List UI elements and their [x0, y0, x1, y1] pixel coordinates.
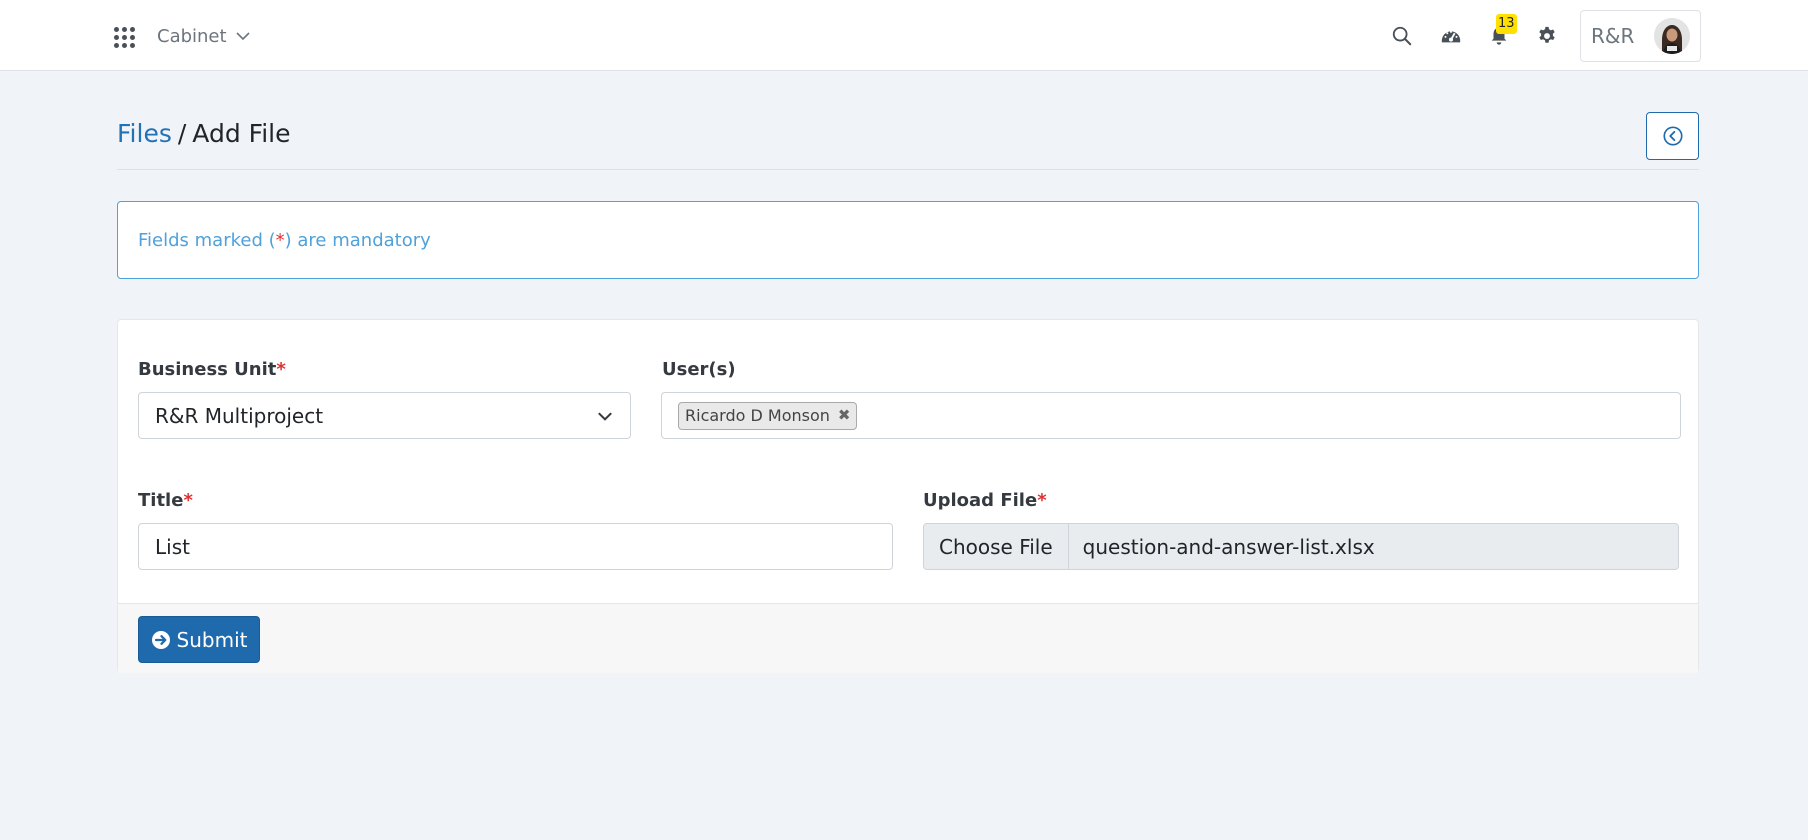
user-tag: Ricardo D Monson ✖: [678, 401, 858, 430]
submit-button[interactable]: Submit: [138, 616, 260, 663]
breadcrumb-files-link[interactable]: Files: [117, 119, 172, 148]
arrow-left-circle-icon: [1662, 126, 1683, 146]
chevron-down-icon: [236, 32, 250, 41]
selected-file-name: question-and-answer-list.xlsx: [1082, 534, 1375, 559]
grid-dots-icon[interactable]: [114, 27, 136, 49]
users-multiselect[interactable]: Ricardo D Monson ✖: [661, 392, 1681, 439]
gear-icon[interactable]: [1535, 24, 1559, 48]
user-menu[interactable]: R&R: [1580, 10, 1701, 62]
form-footer: Submit: [118, 603, 1698, 673]
page-header: Files / Add File: [117, 110, 1699, 170]
top-navbar: Cabinet 13 R&R: [0, 0, 1808, 71]
title-label: Title*: [138, 490, 193, 511]
alert-required-mark: *: [275, 230, 285, 251]
org-label: R&R: [1591, 24, 1635, 48]
choose-file-button[interactable]: Choose File: [924, 524, 1069, 569]
title-input[interactable]: [138, 523, 893, 570]
notification-count-badge: 13: [1496, 14, 1517, 34]
dashboard-gauge-icon[interactable]: [1439, 24, 1463, 48]
module-label: Cabinet: [157, 25, 227, 47]
upload-file-input[interactable]: Choose File question-and-answer-list.xls…: [923, 523, 1679, 570]
mandatory-fields-alert: Fields marked (*) are mandatory: [117, 201, 1699, 279]
arrow-right-circle-icon: [151, 630, 170, 649]
page-title: Add File: [192, 119, 291, 148]
user-tag-label: Ricardo D Monson: [685, 406, 830, 425]
business-unit-select[interactable]: R&R Multiproject: [138, 392, 631, 439]
upload-file-label: Upload File*: [923, 490, 1047, 511]
users-label: User(s): [662, 359, 736, 380]
remove-tag-icon[interactable]: ✖: [838, 408, 851, 423]
business-unit-label: Business Unit*: [138, 359, 286, 380]
breadcrumb: Files / Add File: [117, 119, 290, 148]
add-file-form: Business Unit* R&R Multiproject User(s) …: [117, 319, 1699, 673]
required-mark: *: [276, 359, 286, 380]
business-unit-value: R&R Multiproject: [155, 403, 324, 428]
breadcrumb-separator: /: [177, 119, 187, 148]
alert-text-prefix: Fields marked (: [138, 230, 276, 251]
back-button[interactable]: [1646, 112, 1699, 160]
avatar: [1654, 18, 1690, 54]
required-mark: *: [183, 490, 193, 511]
module-selector[interactable]: Cabinet: [157, 24, 251, 48]
search-icon[interactable]: [1390, 24, 1414, 48]
required-mark: *: [1037, 490, 1047, 511]
chevron-down-icon: [598, 411, 612, 421]
submit-label: Submit: [176, 627, 248, 652]
alert-text-suffix: ) are mandatory: [284, 230, 431, 251]
